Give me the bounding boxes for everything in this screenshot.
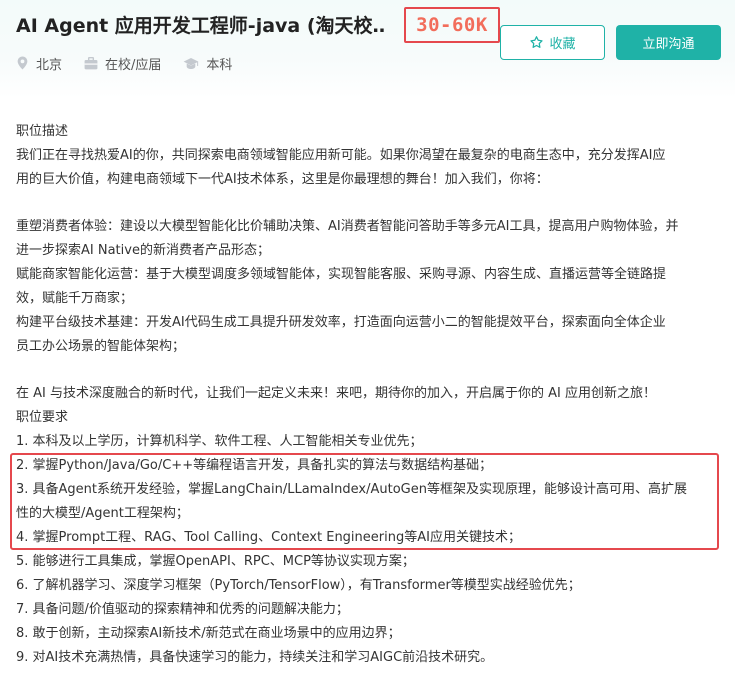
duty-line: 效，赋能千万商家；: [16, 291, 134, 306]
requirement-item: 7. 具备问题/价值驱动的探索精神和优秀的问题解决能力；: [16, 602, 349, 617]
requirement-item: 2. 掌握Python/Java/Go/C++等编程语言开发，具备扎实的算法与数…: [16, 458, 493, 473]
favorite-label: 收藏: [549, 37, 576, 52]
briefcase-icon: [84, 56, 98, 69]
favorite-button[interactable]: 收藏: [500, 25, 605, 60]
description-intro-line: 我们正在寻找热爱AI的你，共同探索电商领域智能应用新可能。如果你渴望在最复杂的电…: [16, 148, 666, 163]
meta-location: 北京: [16, 54, 62, 73]
salary-annotation-box: 30-60K: [404, 7, 500, 43]
requirement-item: 1. 本科及以上学历，计算机科学、软件工程、人工智能相关专业优先；: [16, 434, 423, 449]
salary: 30-60K: [416, 14, 488, 36]
job-header: AI Agent 应用开发工程师-java (淘天校… 30-60K 收藏 立即…: [0, 0, 735, 98]
meta-degree: 本科: [183, 54, 232, 73]
requirement-item: 性的大模型/Agent工程架构；: [16, 506, 189, 521]
meta-type: 在校/应届: [84, 54, 161, 73]
requirements-heading: 职位要求: [16, 410, 69, 425]
job-title: AI Agent 应用开发工程师-java (淘天校…: [16, 15, 386, 37]
meta-degree-text: 本科: [206, 57, 233, 73]
description-closing: 在 AI 与技术深度融合的新时代，让我们一起定义未来！来吧，期待你的加入，开启属…: [16, 386, 656, 401]
duty-line: 赋能商家智能化运营：基于大模型调度多领域智能体，实现智能客服、采购寻源、内容生成…: [16, 267, 667, 282]
location-pin-icon: [17, 56, 28, 70]
requirement-item: 5. 能够进行工具集成，掌握OpenAPI、RPC、MCP等协议实现方案；: [16, 554, 415, 569]
requirement-item: 3. 具备Agent系统开发经验，掌握LangChain/LLamaIndex/…: [16, 482, 687, 497]
graduation-cap-icon: [184, 57, 199, 69]
requirement-item: 9. 对AI技术充满热情，具备快速学习的能力，持续关注和学习AIGC前沿技术研究…: [16, 650, 494, 665]
requirement-item: 8. 敢于创新，主动探索AI新技术/新范式在商业场景中的应用边界；: [16, 626, 401, 641]
description-heading: 职位描述: [16, 124, 69, 139]
duty-line: 进一步探索AI Native的新消费者产品形态；: [16, 243, 270, 258]
job-meta: 北京 在校/应届 本科: [16, 53, 232, 73]
star-icon: [530, 36, 544, 48]
meta-location-text: 北京: [36, 57, 63, 73]
chat-now-label: 立即沟通: [642, 37, 695, 52]
duty-line: 员工办公场景的智能体架构；: [16, 339, 186, 354]
chat-now-button[interactable]: 立即沟通: [616, 25, 721, 60]
description-intro-line: 用的巨大价值，构建电商领域下一代AI技术体系，这里是你最理想的舞台！加入我们，你…: [16, 172, 549, 187]
requirement-item: 6. 了解机器学习、深度学习框架（PyTorch/TensorFlow），有Tr…: [16, 578, 581, 593]
requirement-item: 4. 掌握Prompt工程、RAG、Tool Calling、Context E…: [16, 530, 521, 545]
meta-type-text: 在校/应届: [105, 57, 162, 73]
duty-line: 重塑消费者体验：建设以大模型智能化比价辅助决策、AI消费者智能问答助手等多元AI…: [16, 219, 679, 234]
job-description: 职位描述 我们正在寻找热爱AI的你，共同探索电商领域智能应用新可能。如果你渴望在…: [16, 120, 721, 670]
duty-line: 构建平台级技术基建：开发AI代码生成工具提升研发效率，打造面向运营小二的智能提效…: [16, 315, 666, 330]
